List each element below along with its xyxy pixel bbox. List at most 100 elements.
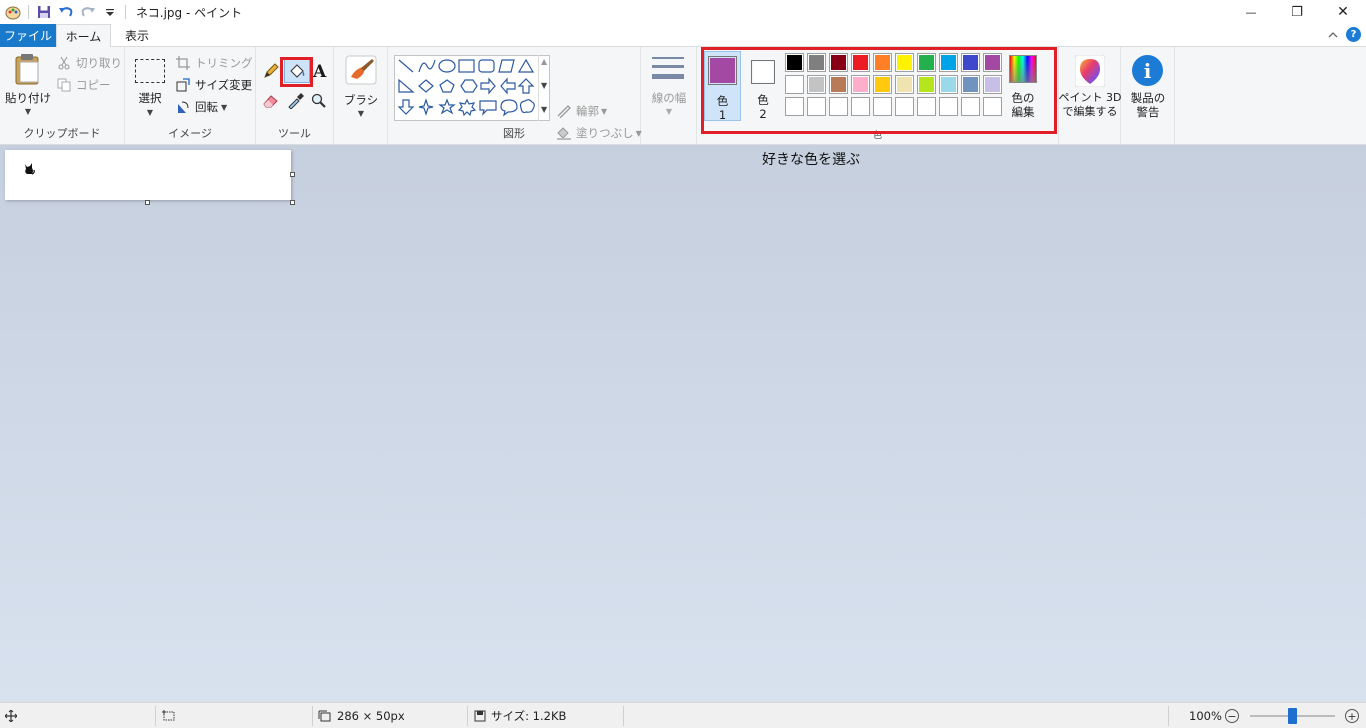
size-button[interactable]: 線の幅 ▼ (647, 53, 691, 119)
rectangle-shape-icon (458, 59, 475, 73)
annotation-highlight-colors (701, 47, 1057, 134)
restore-button[interactable]: ❐ (1274, 0, 1320, 24)
paste-button[interactable]: 貼り付け ▼ (5, 51, 51, 119)
product-alert-group: i 製品の 警告 (1121, 47, 1175, 145)
tab-view[interactable]: 表示 (111, 24, 163, 47)
clipboard-icon (15, 54, 39, 85)
rounded-rectangle-shape-icon (478, 59, 495, 73)
right-triangle-shape-icon (398, 78, 415, 93)
customize-toolbar-icon[interactable] (99, 1, 121, 23)
info-icon: i (1132, 55, 1163, 86)
zoom-in-button[interactable]: + (1345, 709, 1359, 723)
size-label: 線の幅 (651, 91, 687, 105)
eraser-icon[interactable] (262, 93, 280, 109)
select-button[interactable]: 選択 ▼ (133, 53, 167, 119)
image-group-label: イメージ (168, 127, 212, 140)
magnifier-icon[interactable] (310, 93, 328, 109)
shape-fill-icon (556, 125, 572, 141)
brush-icon (345, 55, 377, 85)
tab-home[interactable]: ホーム (56, 24, 111, 48)
collapse-ribbon-icon[interactable] (1326, 28, 1340, 42)
brush-button[interactable]: ブラシ ▼ (340, 51, 382, 119)
size-line-thin (652, 57, 684, 59)
text-tool-icon[interactable]: A (313, 62, 331, 82)
zoom-out-button[interactable]: − (1225, 709, 1239, 723)
clipboard-group-label: クリップボード (23, 127, 101, 140)
polygon-shape-icon (498, 59, 515, 73)
hexagon-shape-icon (460, 79, 478, 93)
paint3d-label-line2: で編集する (1062, 105, 1118, 118)
resize-icon (175, 77, 191, 93)
help-icon[interactable]: ? (1346, 27, 1361, 42)
cut-label: 切り取り (76, 56, 122, 70)
product-alert-button[interactable]: i 製品の 警告 (1123, 53, 1173, 123)
zoom-slider-thumb[interactable] (1288, 708, 1297, 724)
six-point-star-shape-icon (457, 98, 477, 117)
resize-handle-bottom[interactable] (145, 200, 150, 205)
image-dimensions-text: 286 × 50px (337, 709, 405, 723)
cut-button[interactable]: 切り取り (56, 53, 122, 73)
clipboard-group: 貼り付け ▼ 切り取り コピー クリップボード (0, 47, 125, 145)
rotate-button[interactable]: 回転 ▼ (175, 97, 227, 117)
undo-icon[interactable] (55, 1, 77, 23)
paint-app-icon[interactable] (2, 1, 24, 23)
pencil-icon[interactable] (262, 62, 280, 80)
drawing-canvas[interactable] (5, 150, 291, 200)
copy-button[interactable]: コピー (56, 75, 111, 95)
brush-dropdown-arrow[interactable]: ▼ (355, 107, 367, 121)
close-icon: ✕ (1337, 4, 1349, 20)
resize-button[interactable]: サイズ変更 (175, 75, 252, 95)
canvas-workspace[interactable]: 好きな色を選ぶ (0, 145, 1366, 702)
outline-button[interactable]: 輪郭 ▼ (556, 101, 607, 121)
brush-label: ブラシ (343, 93, 379, 107)
image-dimensions-icon (318, 710, 331, 722)
file-size: サイズ: 1.2KB (474, 703, 566, 728)
edit-with-paint3d-button[interactable]: ペイント 3D で編集する (1059, 53, 1121, 123)
cat-image-icon (25, 163, 35, 175)
copy-label: コピー (76, 78, 111, 92)
four-point-star-shape-icon (418, 98, 434, 116)
window-controls: — ❐ ✕ (1228, 0, 1366, 24)
minimize-button[interactable]: — (1228, 0, 1274, 24)
fill-button[interactable]: 塗りつぶし ▼ (556, 123, 642, 143)
paste-dropdown-arrow[interactable]: ▼ (22, 105, 34, 119)
oval-callout-shape-icon (500, 99, 518, 117)
outline-icon (556, 103, 572, 119)
paint3d-label-line1: ペイント 3D (1058, 91, 1122, 104)
outline-dropdown-arrow[interactable]: ▼ (601, 107, 607, 116)
shapes-scroll-down[interactable]: ▼ (541, 81, 547, 90)
image-group: 選択 ▼ トリミング サイズ変更 回転 ▼ イメージ (125, 47, 256, 145)
size-line-medium (652, 65, 684, 68)
resize-label: サイズ変更 (195, 78, 253, 92)
crop-label: トリミング (195, 56, 253, 70)
copy-icon (56, 77, 72, 93)
rotate-dropdown-arrow[interactable]: ▼ (221, 103, 227, 112)
size-line-thick (652, 74, 684, 79)
shapes-gallery-expand[interactable]: ▼ (541, 105, 547, 114)
rectangular-callout-shape-icon (479, 100, 497, 116)
triangle-shape-icon (517, 58, 535, 73)
shapes-scroll-up[interactable]: ▲ (541, 57, 547, 66)
tab-file[interactable]: ファイル (0, 24, 56, 47)
down-arrow-shape-icon (397, 99, 415, 115)
window-title: ネコ.jpg - ペイント (136, 5, 243, 20)
save-icon[interactable] (33, 1, 55, 23)
color-picker-icon[interactable] (287, 93, 305, 110)
redo-icon[interactable] (77, 1, 99, 23)
annotation-highlight-fill-tool (280, 57, 313, 87)
select-dropdown-arrow[interactable]: ▼ (144, 106, 156, 120)
scissors-icon (56, 55, 72, 71)
crop-button[interactable]: トリミング (175, 53, 253, 73)
size-dropdown-arrow[interactable]: ▼ (663, 105, 675, 119)
resize-handle-right[interactable] (290, 172, 295, 177)
shapes-gallery-scrollbar[interactable]: ▲ ▼ ▼ (538, 55, 550, 121)
shapes-gallery (394, 55, 550, 121)
fill-label: 塗りつぶし (576, 126, 634, 140)
resize-handle-corner[interactable] (290, 200, 295, 205)
crop-icon (175, 55, 191, 71)
title-bar: ネコ.jpg - ペイント — ❐ ✕ (0, 0, 1366, 24)
curve-shape-icon (418, 59, 436, 73)
oval-shape-icon (438, 59, 456, 73)
close-button[interactable]: ✕ (1320, 0, 1366, 24)
minimize-icon: — (1245, 5, 1257, 19)
